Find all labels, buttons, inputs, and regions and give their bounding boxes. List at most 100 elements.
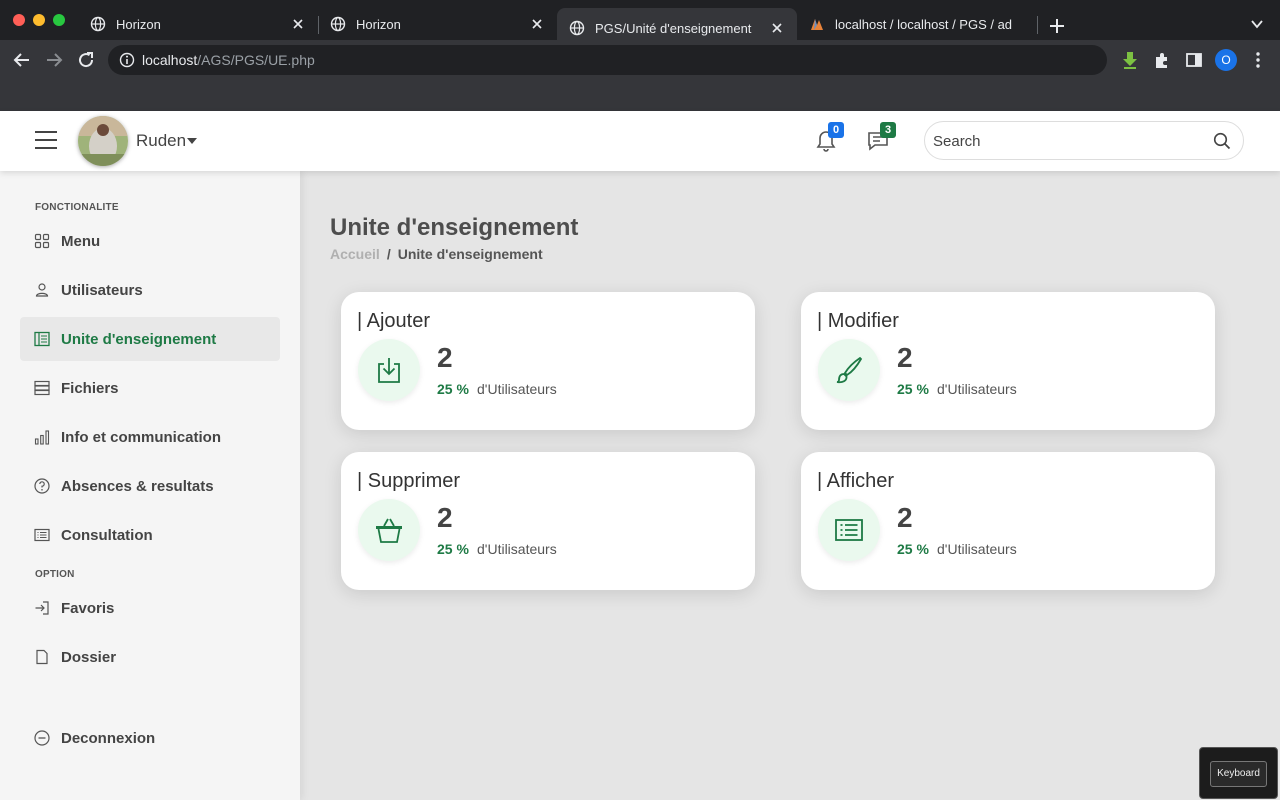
user-name[interactable]: Ruden xyxy=(136,131,186,151)
notification-badge: 0 xyxy=(828,122,844,138)
browser-tab[interactable]: localhost / localhost / PGS / ad xyxy=(797,8,1037,40)
card-title: | Supprimer xyxy=(357,470,461,492)
sidebar-section-heading: OPTION xyxy=(35,569,75,580)
sidebar-item-label: Utilisateurs xyxy=(61,281,143,299)
breadcrumb-home-link[interactable]: Accueil xyxy=(330,246,380,262)
sidebar-item-favoris[interactable]: Favoris xyxy=(20,586,280,630)
sidebar: FONCTIONALITE Menu Utilisateurs Unite d'… xyxy=(0,171,300,800)
card-icon-circle xyxy=(818,499,880,561)
download-extension-icon[interactable] xyxy=(1120,50,1140,70)
forward-arrow-icon[interactable] xyxy=(44,50,64,70)
hamburger-menu-icon[interactable] xyxy=(34,129,58,151)
side-panel-icon[interactable] xyxy=(1184,50,1204,70)
minus-circle-icon xyxy=(34,730,50,746)
maximize-window-button[interactable] xyxy=(53,14,65,26)
bookmark-bar xyxy=(0,80,1280,111)
sidebar-item-label: Absences & resultats xyxy=(61,477,214,495)
reload-icon[interactable] xyxy=(76,50,96,70)
card-value: 2 xyxy=(437,342,453,373)
tab-title: Horizon xyxy=(356,16,401,32)
sidebar-item-consultation[interactable]: Consultation xyxy=(20,513,280,557)
list-icon xyxy=(835,519,863,541)
card-value: 2 xyxy=(897,502,913,533)
sidebar-item-dossier[interactable]: Dossier xyxy=(20,635,280,679)
sidebar-item-label: Menu xyxy=(61,232,101,250)
basket-icon xyxy=(376,518,402,543)
sidebar-item-label: Info et communication xyxy=(61,428,222,446)
card-title: | Afficher xyxy=(817,470,895,492)
search-input[interactable] xyxy=(933,131,1193,151)
card-value: 2 xyxy=(437,502,453,533)
grid-icon xyxy=(34,233,50,249)
globe-icon xyxy=(90,16,106,32)
sign-in-icon xyxy=(35,601,49,615)
files-icon xyxy=(34,380,50,396)
sidebar-item-menu[interactable]: Menu xyxy=(20,219,280,263)
file-icon xyxy=(36,649,48,665)
stat-card-modifier[interactable]: | Modifier 2 25 % d'Utilisateurs xyxy=(801,292,1215,430)
sidebar-section-heading: FONCTIONALITE xyxy=(35,202,119,213)
sidebar-item-label: Fichiers xyxy=(61,379,119,397)
browser-tab[interactable]: Horizon xyxy=(318,8,557,40)
layout-icon xyxy=(34,331,50,347)
download-icon xyxy=(378,358,400,383)
breadcrumb-current: Unite d'enseignement xyxy=(397,246,543,262)
list-icon xyxy=(34,528,50,542)
globe-icon xyxy=(569,20,585,36)
profile-avatar[interactable]: O xyxy=(1215,49,1237,71)
keyboard-button[interactable]: Keyboard xyxy=(1210,761,1267,787)
message-badge: 3 xyxy=(880,122,896,138)
web-page: Ruden 0 3 FONCTIONALITE Menu Utilisateur… xyxy=(0,111,1280,800)
tab-title: Horizon xyxy=(116,16,161,32)
new-tab-icon[interactable] xyxy=(1047,16,1067,36)
stat-card-afficher[interactable]: | Afficher 2 25 % d'Utilisateurs xyxy=(801,452,1215,590)
search-box xyxy=(924,121,1244,160)
stat-card-supprimer[interactable]: | Supprimer 2 25 % d'Utilisateurs xyxy=(341,452,755,590)
back-arrow-icon[interactable] xyxy=(12,50,32,70)
stat-card-ajouter[interactable]: | Ajouter 2 25 % d'Utilisateurs xyxy=(341,292,755,430)
user-icon xyxy=(35,283,49,297)
logout-label: Deconnexion xyxy=(61,729,156,747)
sidebar-item-label: Consultation xyxy=(61,526,153,544)
sidebar-item-label: Dossier xyxy=(61,648,117,666)
close-window-button[interactable] xyxy=(13,14,25,26)
brush-icon xyxy=(836,356,863,384)
keyboard-viewer-widget: Keyboard xyxy=(1199,747,1278,799)
tab-title: PGS/Unité d'enseignement xyxy=(595,20,752,36)
search-icon[interactable] xyxy=(1213,132,1231,150)
breadcrumb: Accueil / Unite d'enseignement xyxy=(330,246,543,262)
tab-separator xyxy=(1037,16,1038,34)
card-value: 2 xyxy=(897,342,913,373)
chevron-down-icon[interactable] xyxy=(1250,17,1264,31)
puzzle-icon[interactable] xyxy=(1152,50,1172,70)
card-title: | Ajouter xyxy=(357,310,431,332)
close-icon[interactable] xyxy=(529,16,545,32)
caret-down-icon[interactable] xyxy=(187,138,197,144)
sidebar-item-utilisateurs[interactable]: Utilisateurs xyxy=(20,268,280,312)
sidebar-item-label: Unite d'enseignement xyxy=(61,330,217,348)
more-vert-icon[interactable] xyxy=(1248,50,1268,70)
minimize-window-button[interactable] xyxy=(33,14,45,26)
url-path: /AGS/PGS/UE.php xyxy=(197,52,315,68)
close-icon[interactable] xyxy=(290,16,306,32)
sidebar-item-info-communication[interactable]: Info et communication xyxy=(20,415,280,459)
card-icon-circle xyxy=(358,499,420,561)
card-percent: 25 % xyxy=(897,381,929,397)
card-icon-circle xyxy=(358,339,420,401)
card-unit: d'Utilisateurs xyxy=(477,381,557,397)
card-unit: d'Utilisateurs xyxy=(477,541,557,557)
page-title: Unite d'enseignement xyxy=(330,214,579,241)
avatar[interactable] xyxy=(78,116,128,166)
sidebar-item-absences-resultats[interactable]: Absences & resultats xyxy=(20,464,280,508)
card-percent: 25 % xyxy=(897,541,929,557)
close-icon[interactable] xyxy=(769,20,785,36)
card-unit: d'Utilisateurs xyxy=(937,541,1017,557)
url-text[interactable]: localhost/AGS/PGS/UE.php xyxy=(142,52,315,68)
bar-chart-icon xyxy=(34,430,50,445)
sidebar-item-fichiers[interactable]: Fichiers xyxy=(20,366,280,410)
logout-button[interactable]: Deconnexion xyxy=(20,716,280,760)
browser-tab[interactable]: Horizon xyxy=(78,8,318,40)
breadcrumb-separator: / xyxy=(386,246,391,262)
sidebar-item-unite-enseignement[interactable]: Unite d'enseignement xyxy=(20,317,280,361)
info-icon[interactable] xyxy=(119,52,135,68)
